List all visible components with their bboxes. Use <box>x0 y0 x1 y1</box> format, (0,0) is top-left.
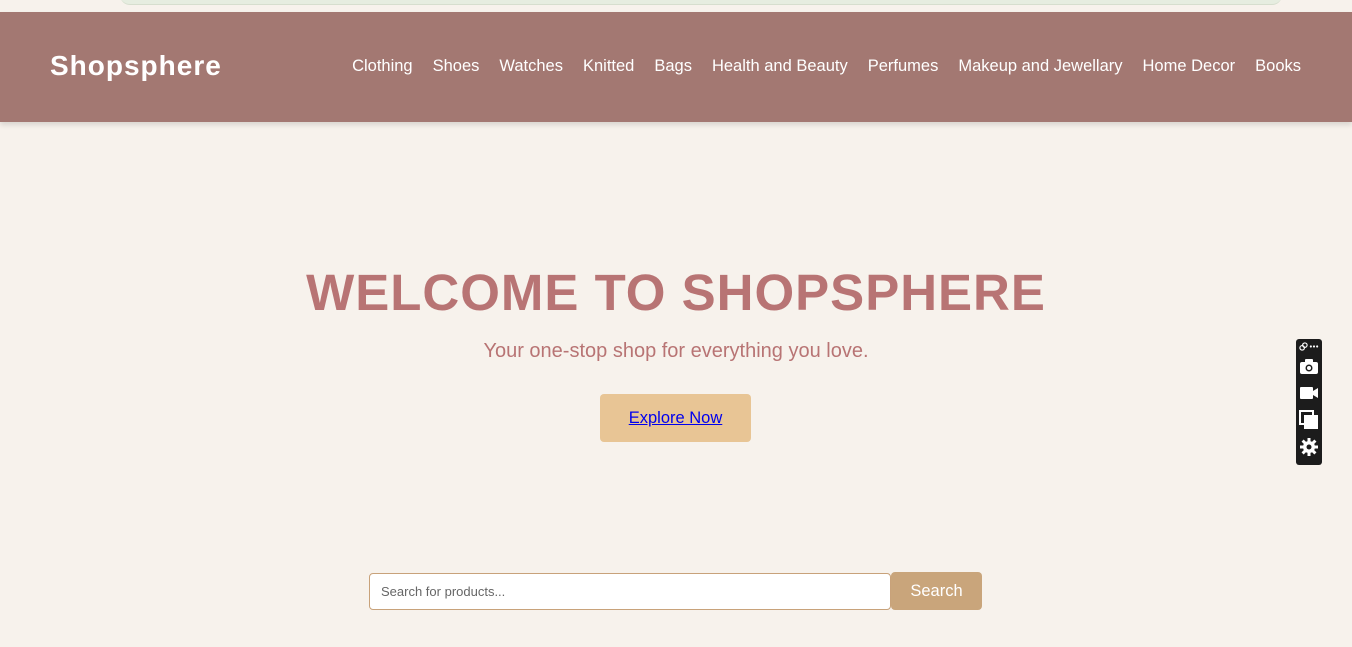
gear-icon[interactable] <box>1299 437 1319 457</box>
nav-makeup-jewellary[interactable]: Makeup and Jewellary <box>958 57 1122 76</box>
hero-subtitle: Your one-stop shop for everything you lo… <box>483 340 869 362</box>
capture-toolbar <box>1296 339 1322 465</box>
copy-icon[interactable] <box>1299 410 1319 430</box>
more-icon[interactable] <box>1309 342 1319 352</box>
browser-top-strip <box>0 0 1352 12</box>
nav-health-beauty[interactable]: Health and Beauty <box>712 57 848 76</box>
search-button[interactable]: Search <box>891 572 982 610</box>
link-icon[interactable] <box>1299 342 1308 352</box>
hero-title: WELCOME TO SHOPSPHERE <box>306 264 1046 321</box>
nav-perfumes[interactable]: Perfumes <box>868 57 939 76</box>
video-icon[interactable] <box>1299 383 1319 403</box>
explore-now-link[interactable]: Explore Now <box>629 409 723 428</box>
nav-books[interactable]: Books <box>1255 57 1301 76</box>
main-nav: Clothing Shoes Watches Knitted Bags Heal… <box>352 57 1301 76</box>
site-header: Shopsphere Clothing Shoes Watches Knitte… <box>0 12 1352 122</box>
nav-knitted[interactable]: Knitted <box>583 57 634 76</box>
nav-clothing[interactable]: Clothing <box>352 57 413 76</box>
address-bar-edge <box>120 0 1282 5</box>
nav-bags[interactable]: Bags <box>654 57 692 76</box>
camera-icon[interactable] <box>1299 357 1319 377</box>
nav-watches[interactable]: Watches <box>499 57 563 76</box>
brand-logo[interactable]: Shopsphere <box>50 50 222 82</box>
nav-home-decor[interactable]: Home Decor <box>1143 57 1236 76</box>
explore-now-button[interactable]: Explore Now <box>600 394 751 442</box>
nav-shoes[interactable]: Shoes <box>433 57 480 76</box>
search-input[interactable] <box>369 573 891 610</box>
